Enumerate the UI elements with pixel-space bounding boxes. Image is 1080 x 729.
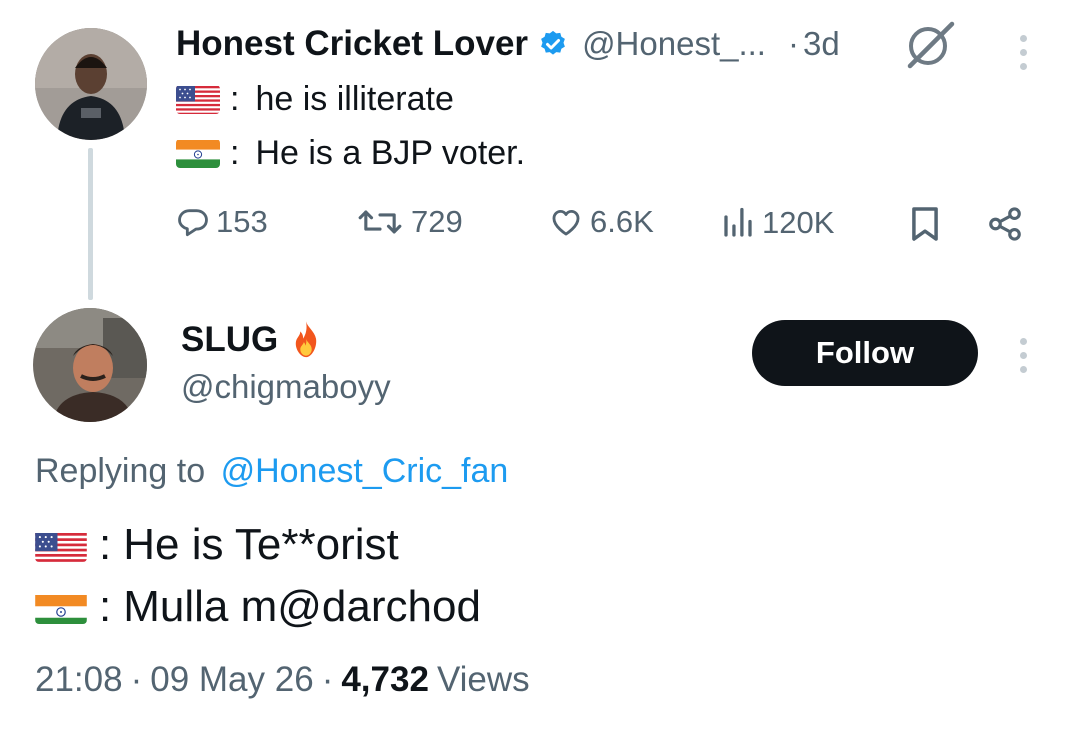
- line-text: He is a BJP voter.: [255, 134, 526, 172]
- meta-separator: ·: [130, 660, 143, 699]
- line-text: Mulla m@darchod: [123, 582, 481, 631]
- us-flag-icon: [176, 85, 220, 114]
- parent-handle[interactable]: @Honest_...: [582, 25, 766, 63]
- reply-icon: [176, 205, 210, 239]
- reply-button[interactable]: 153: [176, 204, 268, 240]
- line-separator: :: [230, 134, 240, 172]
- verified-badge-icon: [538, 29, 568, 59]
- parent-line-2: : He is a BJP voter.: [176, 134, 525, 173]
- like-count: 6.6K: [590, 204, 654, 239]
- parent-more-icon[interactable]: [1020, 35, 1027, 70]
- tweet-date[interactable]: 09 May 26: [150, 660, 313, 700]
- line-separator: :: [230, 80, 240, 118]
- views-icon: [720, 204, 756, 242]
- line-text: He is Te**orist: [123, 520, 399, 569]
- parent-time[interactable]: 3d: [803, 25, 840, 63]
- retweet-button[interactable]: 729: [355, 204, 463, 240]
- reply-avatar[interactable]: [33, 308, 147, 422]
- bookmark-icon[interactable]: [908, 205, 942, 248]
- tweet-meta: 21:08 · 09 May 26 · 4,732 Views: [35, 660, 530, 700]
- share-icon[interactable]: [985, 205, 1025, 248]
- tweet-time[interactable]: 21:08: [35, 660, 123, 700]
- fire-icon: [288, 320, 324, 360]
- parent-avatar[interactable]: [35, 28, 147, 140]
- views-button[interactable]: 120K: [720, 204, 834, 242]
- line-separator: :: [99, 520, 112, 569]
- reply-line-2: : Mulla m@darchod: [35, 582, 481, 632]
- avatar-photo: [33, 308, 147, 422]
- line-separator: :: [99, 582, 112, 631]
- like-icon: [548, 205, 584, 239]
- time-separator: ·: [787, 25, 799, 62]
- replying-to: Replying to @Honest_Cric_fan: [35, 452, 508, 491]
- thread-connector-line: [88, 148, 93, 300]
- views-count: 4,732: [341, 660, 429, 699]
- parent-header: Honest Cricket Lover @Honest_... · 3d: [176, 24, 840, 64]
- retweet-icon: [355, 205, 405, 239]
- reply-count: 153: [216, 204, 268, 239]
- reply-more-icon[interactable]: [1020, 338, 1027, 373]
- views-label: Views: [436, 660, 530, 699]
- replying-to-handle[interactable]: @Honest_Cric_fan: [221, 452, 509, 490]
- parent-display-name[interactable]: Honest Cricket Lover: [176, 24, 528, 64]
- retweet-count: 729: [411, 204, 463, 239]
- reply-display-name[interactable]: SLUG: [181, 320, 278, 360]
- follow-button[interactable]: Follow: [752, 320, 978, 386]
- reply-line-1: : He is Te**orist: [35, 520, 399, 570]
- line-text: he is illiterate: [255, 80, 454, 118]
- meta-separator: ·: [321, 660, 334, 699]
- india-flag-icon: [176, 139, 220, 168]
- replying-to-label: Replying to: [35, 452, 206, 490]
- avatar-photo: [35, 28, 147, 140]
- us-flag-icon: [35, 528, 87, 562]
- views-count: 120K: [762, 205, 835, 240]
- reply-handle[interactable]: @chigmaboyy: [181, 368, 391, 406]
- like-button[interactable]: 6.6K: [548, 204, 654, 240]
- parent-line-1: : he is illiterate: [176, 80, 454, 119]
- reply-header: SLUG: [181, 320, 324, 360]
- grok-icon[interactable]: [904, 20, 956, 75]
- india-flag-icon: [35, 590, 87, 624]
